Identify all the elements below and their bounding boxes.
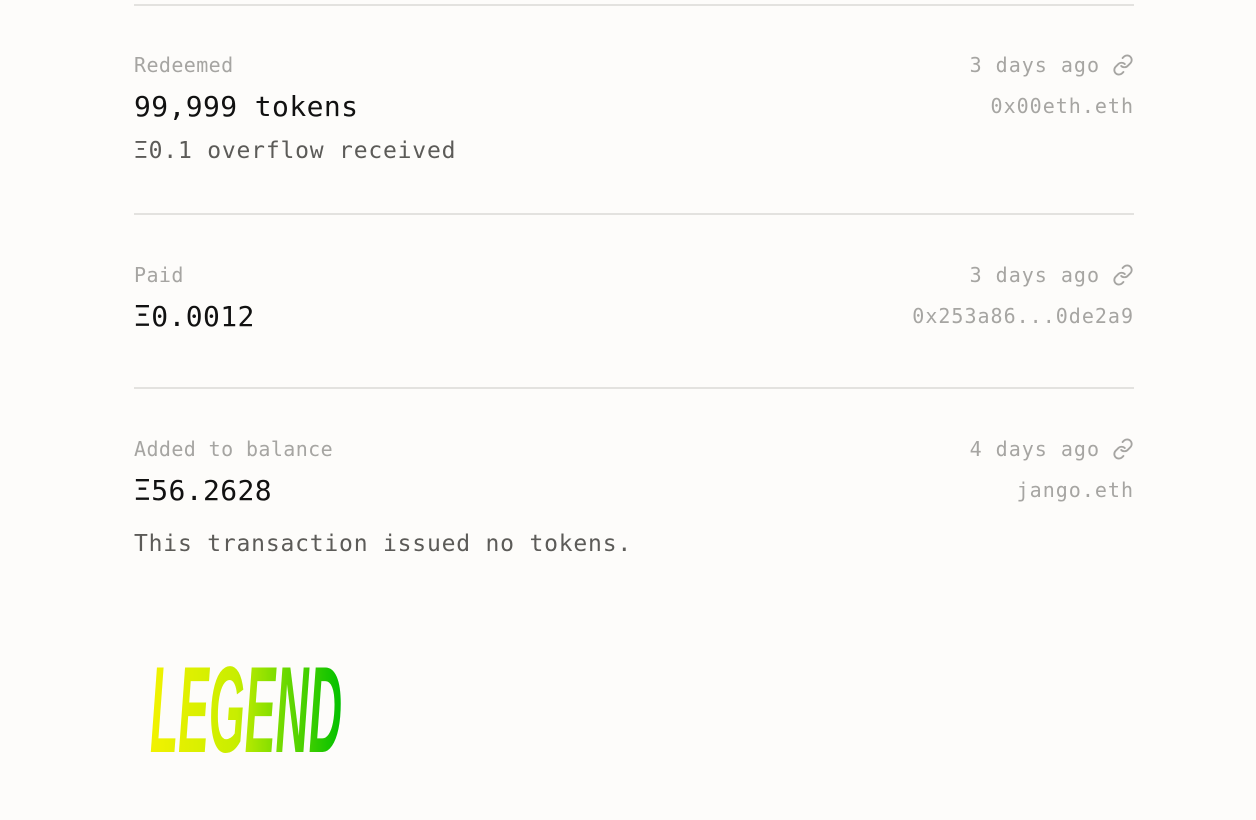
entry-amount: Ξ56.2628 (134, 474, 273, 507)
activity-entry-paid: Paid Ξ0.0012 3 days ago 0x253a86...0de2a… (134, 263, 1134, 353)
entry-timestamp-link[interactable]: 3 days ago (970, 263, 1134, 287)
entry-amount: 99,999 tokens (134, 90, 359, 123)
divider (134, 4, 1134, 6)
entry-address[interactable]: 0x00eth.eth (991, 94, 1134, 118)
entry-amount: Ξ0.0012 (134, 300, 255, 333)
legend-logo-text: LEGEND (150, 642, 342, 758)
divider (134, 387, 1134, 389)
entry-timestamp-link[interactable]: 4 days ago (970, 437, 1134, 461)
entry-timestamp: 3 days ago (969, 53, 1100, 77)
entry-type-label: Paid (134, 263, 184, 287)
entry-type-label: Redeemed (134, 53, 234, 77)
entry-timestamp: 4 days ago (969, 437, 1100, 461)
entry-type-label: Added to balance (134, 437, 334, 461)
activity-entry-added-to-balance: Added to balance Ξ56.2628 This transacti… (134, 437, 1134, 567)
divider (134, 213, 1134, 215)
link-icon (1113, 264, 1133, 286)
legend-logo: LEGEND (150, 642, 342, 758)
link-icon (1113, 438, 1133, 460)
activity-entry-redeemed: Redeemed 99,999 tokens Ξ0.1 overflow rec… (134, 53, 1134, 183)
entry-address[interactable]: 0x253a86...0de2a9 (912, 304, 1134, 328)
entry-timestamp: 3 days ago (969, 263, 1100, 287)
entry-note: This transaction issued no tokens. (134, 531, 633, 557)
entry-address[interactable]: jango.eth (1017, 478, 1134, 502)
entry-note: Ξ0.1 overflow received (134, 138, 457, 164)
entry-timestamp-link[interactable]: 3 days ago (970, 53, 1134, 77)
link-icon (1113, 54, 1133, 76)
